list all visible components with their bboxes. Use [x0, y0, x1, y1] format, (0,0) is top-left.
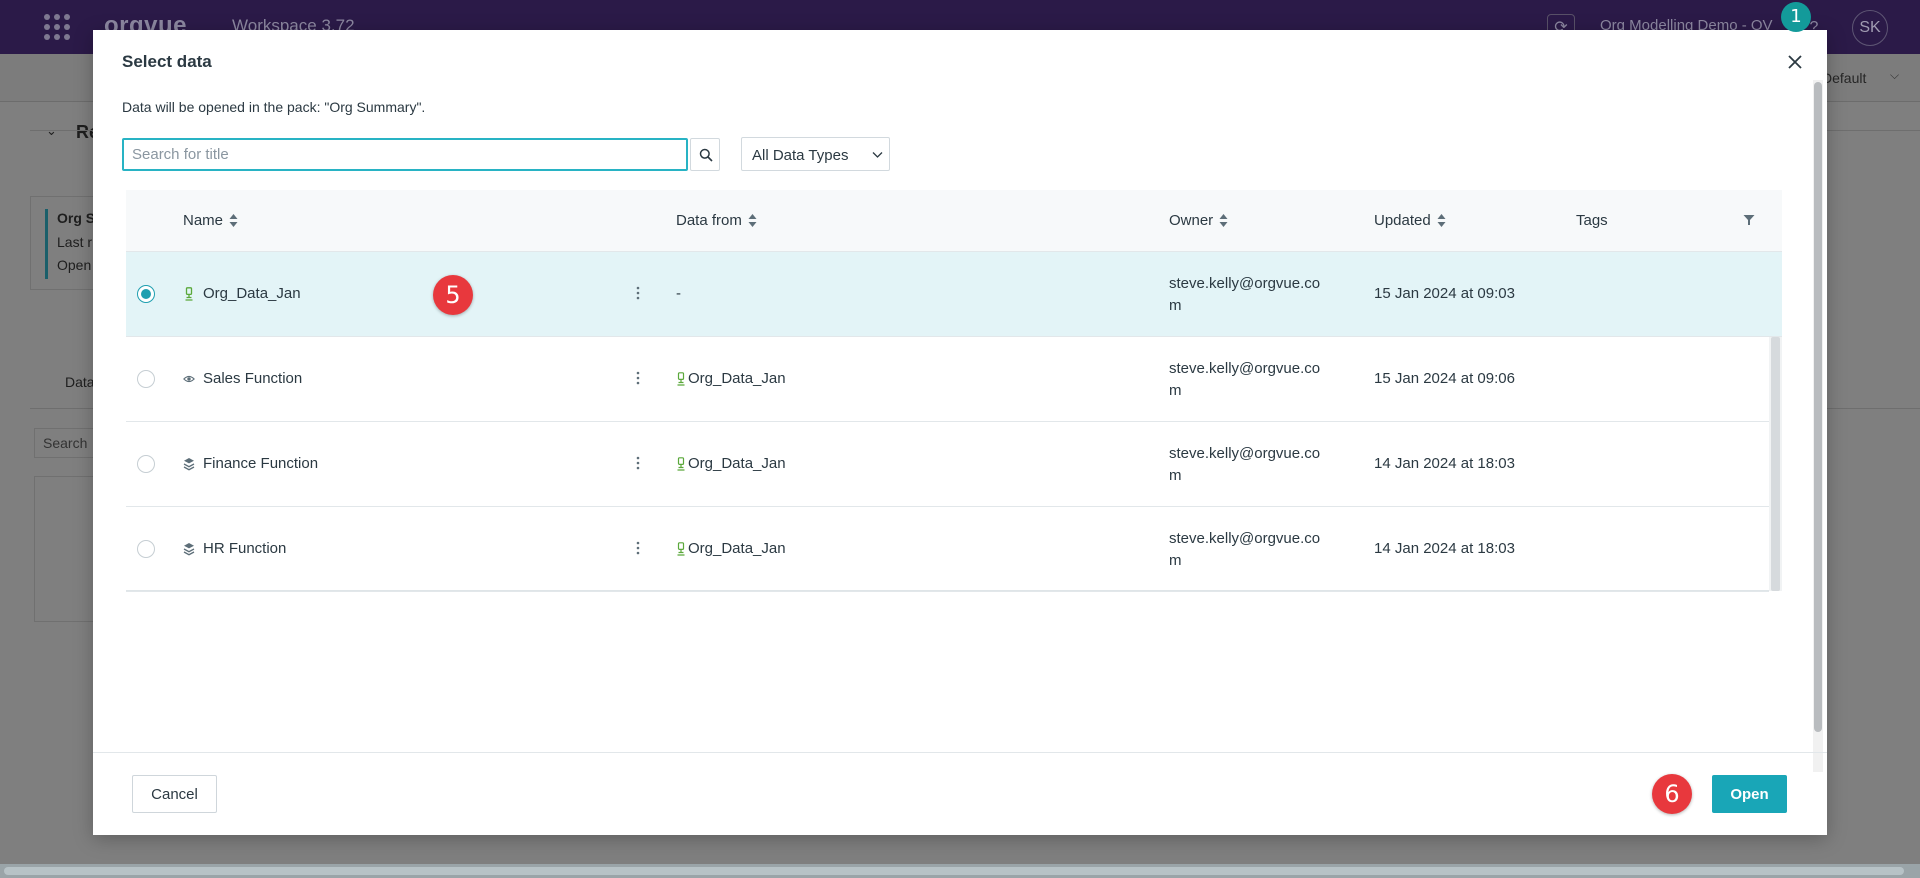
search-input[interactable]: [122, 138, 688, 171]
cancel-button[interactable]: Cancel: [132, 775, 217, 813]
row-updated: 15 Jan 2024 at 09:03: [1374, 285, 1515, 302]
dataset-icon: [677, 541, 685, 556]
search-icon: [699, 148, 713, 162]
table-header: Name Data from Owner Updated Tags: [126, 190, 1782, 252]
row-data-from: -: [676, 285, 681, 302]
sort-icon[interactable]: [229, 213, 238, 228]
row-owner: steve.kelly@orgvue.com: [1169, 445, 1321, 484]
notification-badge: 1: [1781, 2, 1811, 32]
table-row[interactable]: Finance Function Org_Data_Jan steve.kell…: [126, 422, 1769, 507]
dataset-icon: [677, 371, 685, 386]
row-menu-icon[interactable]: [635, 285, 641, 301]
row-data-from: Org_Data_Jan: [676, 540, 786, 557]
table-row[interactable]: Org_Data_Jan - steve.kelly@orgvue.com 15…: [126, 252, 1782, 337]
view-icon: [183, 375, 195, 382]
table-body: Org_Data_Jan - steve.kelly@orgvue.com 15…: [126, 252, 1782, 592]
row-name: Finance Function: [183, 455, 318, 472]
data-table: Name Data from Owner Updated Tags Org_Da…: [126, 190, 1782, 592]
column-header-tags: Tags: [1576, 212, 1608, 229]
bg-card-subtitle: Last r: [57, 234, 93, 250]
dialog-description: Data will be opened in the pack: "Org Su…: [122, 99, 426, 115]
search-button[interactable]: [690, 138, 720, 171]
dataset-icon: [185, 286, 193, 301]
data-type-select[interactable]: All Data Types: [741, 137, 890, 171]
layers-icon: [183, 542, 195, 555]
table-row[interactable]: Sales Function Org_Data_Jan steve.kelly@…: [126, 337, 1769, 422]
layers-icon: [183, 457, 195, 470]
dialog-title: Select data: [122, 52, 212, 71]
row-radio-button[interactable]: [137, 370, 155, 388]
row-owner: steve.kelly@orgvue.com: [1169, 275, 1321, 314]
column-header-owner[interactable]: Owner: [1169, 212, 1228, 229]
column-header-name[interactable]: Name: [183, 212, 238, 229]
page-horizontal-scrollbar[interactable]: [0, 864, 1920, 878]
filter-icon[interactable]: [1743, 214, 1755, 226]
row-radio-button[interactable]: [137, 285, 155, 303]
row-radio-button[interactable]: [137, 455, 155, 473]
sort-icon[interactable]: [748, 213, 757, 228]
view-selector[interactable]: Default: [1822, 70, 1866, 86]
row-menu-icon[interactable]: [635, 540, 641, 556]
row-name: Org_Data_Jan: [183, 285, 301, 302]
step-marker-5: 5: [433, 275, 473, 315]
dataset-icon: [677, 456, 685, 471]
open-button[interactable]: Open: [1712, 775, 1787, 813]
data-type-select-value: All Data Types: [752, 147, 849, 164]
chevron-down-icon: [872, 152, 883, 158]
row-updated: 15 Jan 2024 at 09:06: [1374, 370, 1515, 387]
row-name: HR Function: [183, 540, 286, 557]
sort-icon[interactable]: [1219, 213, 1228, 228]
chevron-down-icon[interactable]: ⌵: [1890, 68, 1899, 83]
bg-card-title: Org S: [57, 210, 96, 226]
row-data-from: Org_Data_Jan: [676, 370, 786, 387]
row-updated: 14 Jan 2024 at 18:03: [1374, 540, 1515, 557]
dialog-vertical-scrollbar[interactable]: [1813, 80, 1823, 772]
row-menu-icon[interactable]: [635, 455, 641, 471]
bg-card-status: Open: [57, 257, 92, 273]
row-data-from: Org_Data_Jan: [676, 455, 786, 472]
app-launcher-icon[interactable]: [44, 14, 70, 40]
avatar[interactable]: SK: [1852, 10, 1888, 46]
row-owner: steve.kelly@orgvue.com: [1169, 360, 1321, 399]
row-owner: steve.kelly@orgvue.com: [1169, 530, 1321, 569]
bg-tab-data[interactable]: Data: [65, 374, 95, 390]
close-icon[interactable]: [1783, 50, 1807, 74]
table-vertical-scrollbar[interactable]: [1769, 337, 1782, 591]
sort-icon[interactable]: [1437, 213, 1446, 228]
column-header-updated[interactable]: Updated: [1374, 212, 1446, 229]
select-data-dialog: Select data Data will be opened in the p…: [93, 30, 1827, 835]
row-name: Sales Function: [183, 370, 302, 387]
row-menu-icon[interactable]: [635, 370, 641, 386]
row-radio-button[interactable]: [137, 540, 155, 558]
table-row[interactable]: HR Function Org_Data_Jan steve.kelly@org…: [126, 507, 1769, 592]
row-updated: 14 Jan 2024 at 18:03: [1374, 455, 1515, 472]
column-header-data-from[interactable]: Data from: [676, 212, 757, 229]
step-marker-6: 6: [1652, 774, 1692, 814]
collapse-chevron-icon[interactable]: ⌄: [46, 123, 57, 139]
